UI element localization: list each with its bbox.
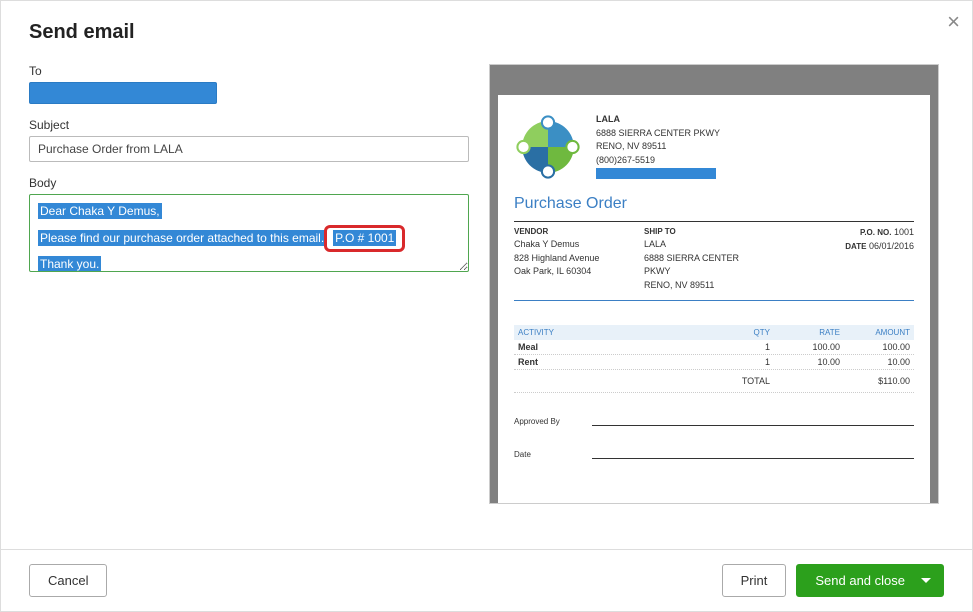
po-meta: VENDOR Chaka Y Demus 828 Highland Avenue… xyxy=(514,221,914,301)
shipto-street: 6888 SIERRA CENTER xyxy=(644,252,774,266)
modal-content: To Subject Body Dear Chaka Y Demus, Plea… xyxy=(1,54,972,549)
shipto-label: SHIP TO xyxy=(644,226,774,238)
po-date-label: DATE xyxy=(845,242,866,251)
row-activity: Rent xyxy=(518,357,710,367)
shipto-street2: PKWY xyxy=(644,265,774,279)
body-textarea[interactable]: Dear Chaka Y Demus, Please find our purc… xyxy=(29,194,469,272)
total-value: $110.00 xyxy=(840,376,910,386)
company-city: RENO, NV 89511 xyxy=(596,140,720,154)
date-sig-label: Date xyxy=(514,450,574,459)
print-button[interactable]: Print xyxy=(722,564,787,597)
cancel-button[interactable]: Cancel xyxy=(29,564,107,597)
chevron-down-icon xyxy=(921,578,931,583)
po-no-value: 1001 xyxy=(894,227,914,237)
modal-footer: Cancel Print Send and close xyxy=(1,549,972,611)
row-rate: 10.00 xyxy=(770,357,840,367)
po-ref-col: P.O. NO. 1001 DATE 06/01/2016 xyxy=(845,226,914,292)
row-amount: 100.00 xyxy=(840,342,910,352)
po-number-text: P.O # 1001 xyxy=(333,230,396,246)
shipto-col: SHIP TO LALA 6888 SIERRA CENTER PKWY REN… xyxy=(644,226,774,292)
company-name: LALA xyxy=(596,113,720,127)
approved-by-row: Approved By xyxy=(514,417,914,426)
body-greeting: Dear Chaka Y Demus, xyxy=(38,203,162,219)
company-address: 6888 SIERRA CENTER PKWY xyxy=(596,127,720,141)
send-email-modal: × Send email To Subject Body Dear Chaka … xyxy=(0,0,973,612)
vendor-col: VENDOR Chaka Y Demus 828 Highland Avenue… xyxy=(514,226,634,292)
modal-title: Send email xyxy=(29,21,944,44)
head-rate: RATE xyxy=(770,328,840,337)
vendor-label: VENDOR xyxy=(514,226,634,238)
po-table: ACTIVITY QTY RATE AMOUNT Meal 1 100.00 1… xyxy=(514,325,914,393)
head-amount: AMOUNT xyxy=(840,328,910,337)
company-phone: (800)267-5519 xyxy=(596,154,720,168)
table-row: Rent 1 10.00 10.00 xyxy=(514,355,914,370)
po-number-highlight: P.O # 1001 xyxy=(324,225,405,253)
body-message: Please find our purchase order attached … xyxy=(38,230,326,246)
preview-pane: LALA 6888 SIERRA CENTER PKWY RENO, NV 89… xyxy=(489,64,944,549)
vendor-city: Oak Park, IL 60304 xyxy=(514,265,634,279)
vendor-street: 828 Highland Avenue xyxy=(514,252,634,266)
table-row: Meal 1 100.00 100.00 xyxy=(514,340,914,355)
approved-by-line xyxy=(592,425,914,426)
send-button-label: Send and close xyxy=(815,573,905,588)
preview-scroll[interactable]: LALA 6888 SIERRA CENTER PKWY RENO, NV 89… xyxy=(489,64,939,504)
row-amount: 10.00 xyxy=(840,357,910,367)
vendor-name: Chaka Y Demus xyxy=(514,238,634,252)
subject-input[interactable] xyxy=(29,136,469,162)
po-title: Purchase Order xyxy=(514,195,914,213)
send-and-close-button[interactable]: Send and close xyxy=(796,564,944,597)
head-qty: QTY xyxy=(710,328,770,337)
body-label: Body xyxy=(29,176,469,190)
subject-label: Subject xyxy=(29,118,469,132)
po-no-label: P.O. NO. xyxy=(860,228,891,237)
company-logo-icon xyxy=(514,113,582,181)
preview-page: LALA 6888 SIERRA CENTER PKWY RENO, NV 89… xyxy=(498,95,930,504)
shipto-city: RENO, NV 89511 xyxy=(644,279,774,293)
po-date-value: 06/01/2016 xyxy=(869,241,914,251)
redacted-bar xyxy=(596,168,716,179)
total-label: TOTAL xyxy=(518,376,840,386)
po-total-row: TOTAL $110.00 xyxy=(514,370,914,393)
po-table-head: ACTIVITY QTY RATE AMOUNT xyxy=(514,325,914,340)
date-sig-row: Date xyxy=(514,450,914,459)
preview-header: LALA 6888 SIERRA CENTER PKWY RENO, NV 89… xyxy=(514,113,914,181)
to-input[interactable] xyxy=(29,82,217,104)
row-rate: 100.00 xyxy=(770,342,840,352)
modal-header: Send email xyxy=(1,1,972,54)
form-pane: To Subject Body Dear Chaka Y Demus, Plea… xyxy=(29,64,469,549)
shipto-name: LALA xyxy=(644,238,774,252)
row-qty: 1 xyxy=(710,342,770,352)
close-button[interactable]: × xyxy=(947,9,960,35)
to-label: To xyxy=(29,64,469,78)
head-activity: ACTIVITY xyxy=(518,328,710,337)
body-thankyou: Thank you. xyxy=(38,256,101,272)
date-sig-line xyxy=(592,458,914,459)
approved-by-label: Approved By xyxy=(514,417,574,426)
company-info: LALA 6888 SIERRA CENTER PKWY RENO, NV 89… xyxy=(596,113,720,181)
row-qty: 1 xyxy=(710,357,770,367)
row-activity: Meal xyxy=(518,342,710,352)
